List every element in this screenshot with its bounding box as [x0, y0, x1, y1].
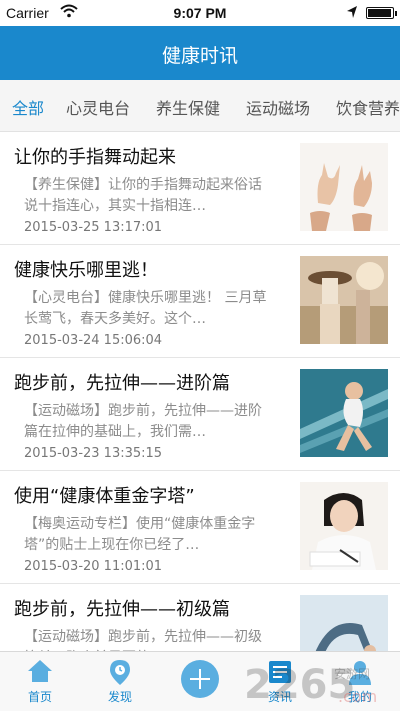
category-tabs: 全部 心灵电台 养生保健 运动磁场 饮食营养 [0, 80, 400, 132]
clock: 9:07 PM [173, 5, 227, 21]
status-bar: Carrier 9:07 PM [0, 0, 400, 26]
tab-sports[interactable]: 运动磁场 [246, 95, 310, 119]
location-arrow-icon [346, 5, 358, 22]
tab-mind-radio[interactable]: 心灵电台 [66, 95, 130, 119]
tab-home[interactable]: 首页 [0, 652, 80, 711]
news-summary: 【运动磁场】跑步前，先拉伸——进阶篇在拉伸的基础上，我们需… [24, 403, 262, 440]
news-item[interactable]: 让你的手指舞动起来 【养生保健】让你的手指舞动起来俗话说十指连心，其实十指相连…… [0, 132, 400, 245]
news-title: 跑步前，先拉伸——进阶篇 [14, 373, 230, 394]
location-pin-icon [106, 658, 134, 690]
news-item[interactable]: 跑步前，先拉伸——进阶篇 【运动磁场】跑步前，先拉伸——进阶篇在拉伸的基础上，我… [0, 358, 400, 471]
watermark-logo: 2265 安游网 .com [240, 654, 400, 711]
news-summary: 【养生保健】让你的手指舞动起来俗话说十指连心，其实十指相连… [24, 177, 262, 214]
news-title: 使用“健康体重金字塔” [14, 486, 195, 507]
news-item[interactable]: 健康快乐哪里逃！ 【心灵电台】健康快乐哪里逃！ 三月草长莺飞，春天多美好。这个…… [0, 245, 400, 358]
tab-all[interactable]: 全部 [12, 95, 44, 119]
writing-girl-thumbnail [300, 482, 388, 570]
add-button[interactable] [181, 660, 219, 698]
news-title: 健康快乐哪里逃！ [14, 260, 158, 281]
home-icon [26, 658, 54, 688]
battery-fill [368, 9, 391, 17]
watermark-domain: .com [338, 687, 377, 706]
tab-health-care[interactable]: 养生保健 [156, 95, 220, 119]
tab-discover[interactable]: 发现 [80, 652, 160, 711]
news-date: 2015-03-24 15:06:04 [24, 333, 163, 348]
page-title: 健康时讯 [161, 45, 238, 67]
news-date: 2015-03-23 13:35:15 [24, 446, 163, 461]
tab-discover-label: 发现 [107, 690, 132, 704]
news-summary: 【心灵电台】健康快乐哪里逃！ 三月草长莺飞，春天多美好。这个… [24, 290, 267, 327]
battery-icon [366, 7, 397, 19]
watermark-site: 安游网 [334, 666, 370, 681]
news-title: 跑步前，先拉伸——初级篇 [14, 599, 230, 620]
news-summary: 【梅奥运动专栏】使用“健康体重金字塔”的贴士上现在你已经了… [24, 516, 256, 553]
news-date: 2015-03-25 13:17:01 [24, 220, 163, 235]
girls-field-thumbnail [300, 256, 388, 344]
tab-home-label: 首页 [27, 690, 52, 704]
news-title: 让你的手指舞动起来 [14, 147, 176, 168]
stretch-woman-thumbnail [300, 369, 388, 457]
news-date: 2015-03-20 11:01:01 [24, 559, 163, 574]
hands-thumbnail [300, 143, 388, 231]
nav-bar: 健康时讯 [0, 26, 400, 80]
tab-diet-nutrition[interactable]: 饮食营养 [336, 95, 400, 119]
news-item[interactable]: 使用“健康体重金字塔” 【梅奥运动专栏】使用“健康体重金字塔”的贴士上现在你已经… [0, 471, 400, 584]
